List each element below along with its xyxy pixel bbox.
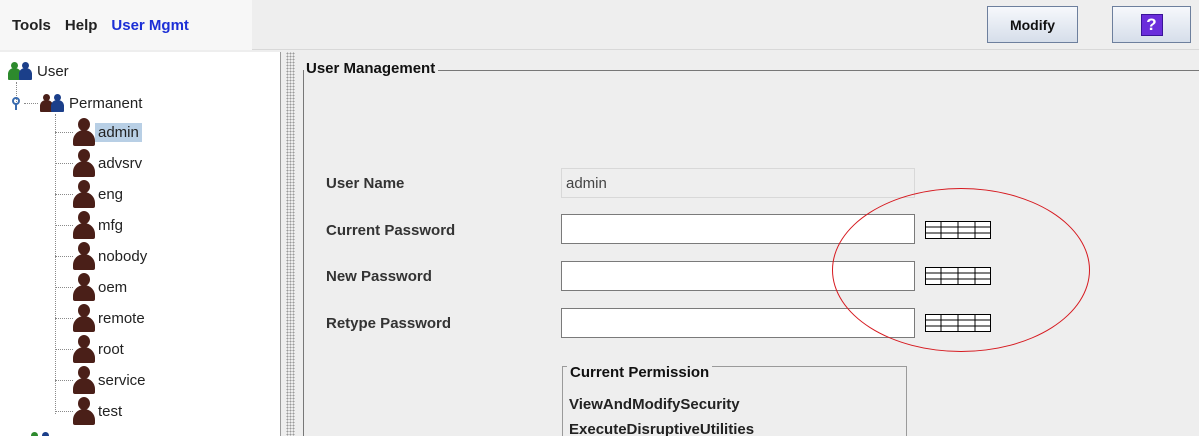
help-icon: ? (1140, 13, 1163, 36)
top-toolbar: Tools Help User Mgmt Modify ? (0, 0, 1199, 50)
user-icon (73, 118, 95, 146)
user-icon (73, 304, 95, 332)
user-icon (73, 180, 95, 208)
tree-label: admin (95, 122, 142, 142)
permission-item: ExecuteDisruptiveUtilities (569, 421, 755, 436)
tree-node-test[interactable]: test (55, 397, 125, 425)
group-icon (8, 62, 34, 80)
section-title: User Management (304, 60, 439, 77)
tree-label: remote (98, 309, 145, 327)
annotation-circle (832, 188, 1090, 352)
tree-label: User (37, 62, 69, 80)
user-icon (73, 366, 95, 394)
menu-help[interactable]: Help (65, 17, 98, 34)
tree-label: eng (98, 185, 124, 203)
tree-label: oem (98, 278, 128, 296)
tree-node-service[interactable]: service (55, 366, 149, 394)
tree-connector (24, 103, 38, 104)
menu-user-mgmt[interactable]: User Mgmt (111, 17, 189, 34)
tree-label: advsrv (98, 154, 143, 172)
current-permission-group: Current Permission ViewAndModifySecurity… (562, 364, 907, 436)
current-password-label: Current Password (326, 222, 456, 239)
help-button[interactable]: ? (1112, 6, 1191, 43)
tree-node-nobody[interactable]: nobody (55, 242, 150, 270)
tree-label: root (98, 340, 124, 358)
tree-label: nobody (98, 247, 148, 265)
tree-node-eng[interactable]: eng (55, 180, 126, 208)
menu-bar: Tools Help User Mgmt (0, 0, 252, 50)
group-icon (40, 94, 66, 112)
user-name-field: admin (561, 168, 915, 198)
panel-splitter[interactable] (286, 52, 295, 436)
permission-title: Current Permission (567, 364, 713, 381)
user-icon (73, 211, 95, 239)
tree-node-advsrv[interactable]: advsrv (55, 149, 145, 177)
tree-node-admin[interactable]: admin (55, 118, 142, 146)
tree-label: Permanent (69, 94, 143, 112)
menu-tools[interactable]: Tools (12, 17, 51, 34)
tree-label: mfg (98, 216, 124, 234)
user-icon (73, 273, 95, 301)
tree-node-permanent[interactable]: Permanent (12, 90, 145, 116)
tree-label: service (98, 371, 146, 389)
user-icon (73, 397, 95, 425)
tree-label: test (98, 402, 123, 420)
tree-node-partial[interactable] (12, 428, 54, 436)
tree-node-mfg[interactable]: mfg (55, 211, 126, 239)
user-name-label: User Name (326, 175, 405, 192)
tree-node-oem[interactable]: oem (55, 273, 130, 301)
tree-node-root[interactable]: root (55, 335, 127, 363)
group-icon (28, 432, 54, 436)
tree-node-remote[interactable]: remote (55, 304, 148, 332)
user-icon (73, 149, 95, 177)
user-icon (73, 335, 95, 363)
modify-button[interactable]: Modify (987, 6, 1078, 43)
retype-password-label: Retype Password (326, 315, 452, 332)
permission-item: ViewAndModifySecurity (569, 396, 740, 413)
key-icon (12, 97, 24, 110)
new-password-label: New Password (326, 268, 432, 285)
user-tree[interactable]: User Permanent admin advsrv eng mfg nobo… (0, 52, 281, 436)
user-icon (73, 242, 95, 270)
tree-node-user[interactable]: User (8, 58, 72, 84)
